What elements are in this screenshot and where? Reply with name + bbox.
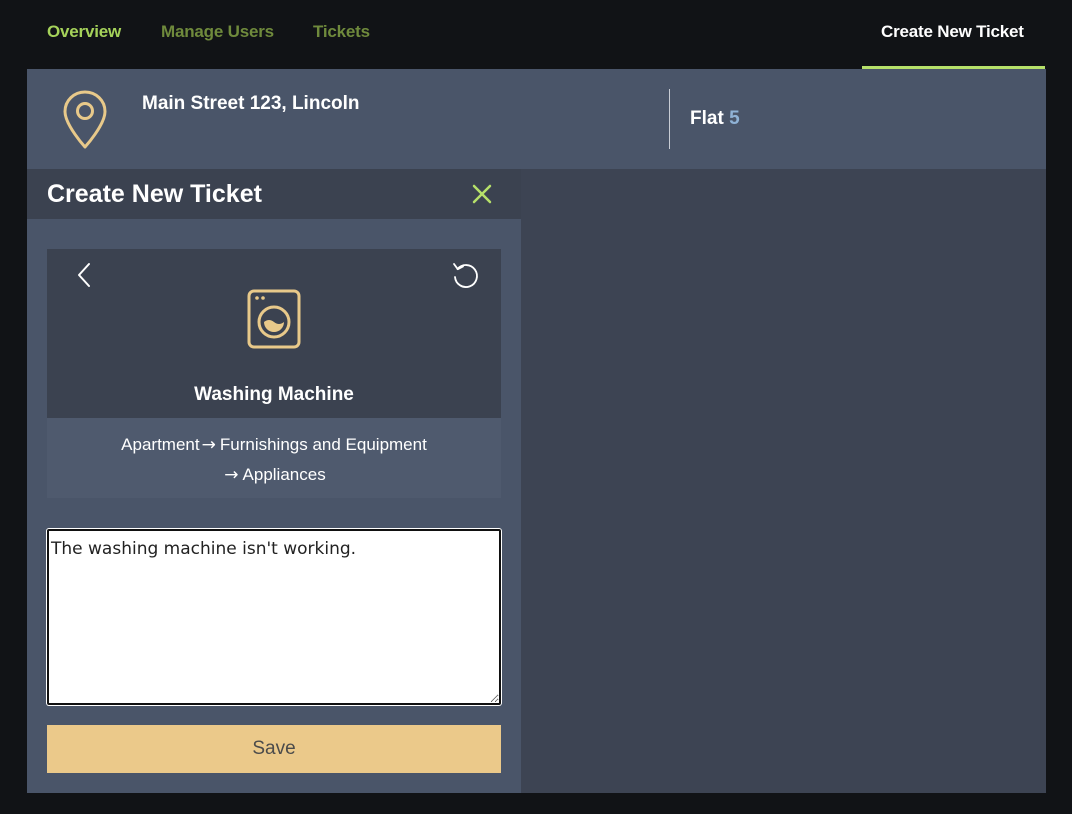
create-ticket-panel: Create New Ticket Washing Machine Apartm… (27, 169, 521, 793)
flat-label-text: Flat (690, 108, 724, 129)
category-breadcrumb: Apartment → Furnishings and Equipment → App… (47, 418, 501, 498)
arrow-right-icon: → (224, 465, 239, 485)
save-button[interactable]: Save (47, 725, 501, 773)
category-title: Washing Machine (194, 384, 354, 405)
chevron-left-icon[interactable] (75, 262, 93, 288)
reset-icon[interactable] (450, 260, 480, 290)
nav-tickets[interactable]: Tickets (313, 22, 370, 42)
breadcrumb-apartment: Apartment (121, 435, 200, 454)
description-textarea[interactable]: The washing machine isn't working. (47, 529, 501, 705)
map-pin-icon (63, 90, 107, 149)
flat-number: 5 (729, 108, 740, 129)
close-icon[interactable] (471, 183, 493, 205)
flat-label: Flat 5 (690, 108, 740, 130)
divider (669, 89, 670, 149)
nav-manage-users[interactable]: Manage Users (161, 22, 274, 42)
panel-title: Create New Ticket (47, 180, 262, 208)
panel-header: Create New Ticket (27, 169, 521, 219)
arrow-right-icon: → (201, 435, 216, 455)
washing-machine-icon (247, 289, 301, 349)
content-area (521, 169, 1046, 793)
location-bar: Main Street 123, Lincoln Flat 5 (27, 69, 1046, 169)
breadcrumb-appliances: Appliances (242, 465, 326, 484)
breadcrumb-furnishings: Furnishings and Equipment (219, 435, 427, 454)
nav-create-new-ticket[interactable]: Create New Ticket (881, 22, 1024, 42)
category-card: Washing Machine (47, 249, 501, 418)
address-text: Main Street 123, Lincoln (142, 93, 360, 114)
top-navigation: Overview Manage Users Tickets Create New… (0, 0, 1072, 69)
nav-overview[interactable]: Overview (47, 22, 121, 42)
